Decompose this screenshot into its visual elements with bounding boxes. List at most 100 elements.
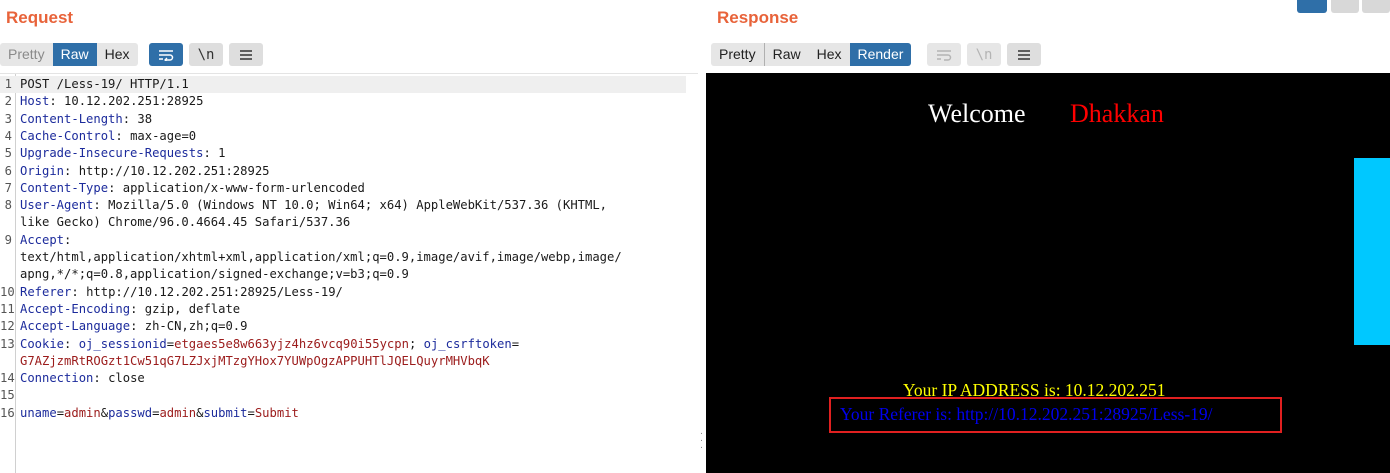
param-value: admin	[159, 405, 197, 420]
response-newline-icon[interactable]: \n	[967, 43, 1001, 66]
header-value: 10.12.202.251:28925	[64, 94, 204, 109]
layout-horizontal-button[interactable]	[1331, 0, 1359, 13]
header-value: close	[108, 371, 145, 386]
request-tab-hex[interactable]: Hex	[96, 43, 138, 66]
scrollbar-thumb[interactable]	[1354, 158, 1390, 345]
line-number: 12	[0, 319, 15, 334]
code-line: 12 Accept-Language: zh-CN,zh;q=0.9	[0, 318, 686, 335]
response-tab-hex[interactable]: Hex	[808, 43, 850, 66]
code-text: text/html,application/xhtml+xml,applicat…	[20, 249, 622, 266]
request-view-tabs: Pretty Raw Hex	[0, 43, 138, 66]
wrap-lines-icon[interactable]	[149, 43, 183, 66]
code-line: 14 Connection: close	[0, 370, 686, 387]
header-value: gzip, deflate	[144, 301, 241, 316]
response-tab-raw[interactable]: Raw	[764, 43, 809, 66]
line-number: 8	[4, 198, 12, 213]
header-name: Content-Type	[20, 180, 109, 195]
header-value: zh-CN,zh;q=0.9	[144, 319, 248, 334]
code-text: G7AZjzmRtROGzt1Cw51qG7LZJxjMTzgYHox7YUWp…	[20, 353, 490, 370]
header-value: POST /Less-19/ HTTP/1.1	[20, 77, 189, 91]
line-number: 11	[0, 301, 15, 316]
line-number: 1	[4, 77, 12, 91]
response-title: Response	[717, 8, 799, 27]
code-text: Cache-Control: max-age=0	[20, 128, 196, 145]
code-line: 6 Origin: http://10.12.202.251:28925	[0, 163, 686, 180]
code-text: POST /Less-19/ HTTP/1.1	[20, 76, 189, 93]
header-value: http://10.12.202.251:28925	[78, 163, 270, 178]
request-tab-pretty[interactable]: Pretty	[0, 43, 53, 66]
line-number: 13	[0, 336, 15, 351]
user-name-text: Dhakkan	[1070, 99, 1164, 128]
welcome-text: Welcome	[928, 99, 1026, 128]
code-line: 5 Upgrade-Insecure-Requests: 1	[0, 145, 686, 162]
code-line: 1 POST /Less-19/ HTTP/1.1	[0, 76, 686, 93]
header-name: User-Agent	[20, 198, 94, 213]
code-line: like Gecko) Chrome/96.0.4664.45 Safari/5…	[0, 214, 686, 231]
header-separator: :	[64, 163, 79, 178]
header-value: application/x-www-form-urlencoded	[122, 180, 365, 195]
code-line: 16 uname=admin&passwd=admin&submit=Submit	[0, 405, 686, 422]
line-number: 2	[4, 94, 12, 109]
header-name: Accept-Encoding	[20, 301, 131, 316]
line-number: 10	[0, 284, 15, 299]
response-tab-pretty[interactable]: Pretty	[711, 43, 765, 66]
header-name: Upgrade-Insecure-Requests	[20, 146, 204, 161]
code-line: apng,*/*;q=0.8,application/signed-exchan…	[0, 266, 686, 283]
response-wrap-lines-icon[interactable]	[927, 43, 961, 66]
code-line: text/html,application/xhtml+xml,applicat…	[0, 249, 686, 266]
cookie-name: oj_sessionid	[78, 336, 167, 351]
layout-vertical-button[interactable]	[1362, 0, 1390, 13]
cookie-value: G7AZjzmRtROGzt1Cw51qG7LZJxjMTzgYHox7YUWp…	[20, 353, 490, 368]
newline-icon[interactable]: \n	[189, 43, 223, 66]
code-line: 11 Accept-Encoding: gzip, deflate	[0, 301, 686, 318]
code-text: User-Agent: Mozilla/5.0 (Windows NT 10.0…	[20, 197, 607, 214]
header-name: Host	[20, 94, 50, 109]
code-text: Content-Type: application/x-www-form-url…	[20, 180, 365, 197]
header-separator: :	[203, 146, 219, 161]
header-value: like Gecko) Chrome/96.0.4664.45 Safari/5…	[20, 215, 351, 230]
header-value: apng,*/*;q=0.8,application/signed-exchan…	[20, 267, 409, 282]
code-text: Content-Length: 38	[20, 111, 152, 128]
header-name: Cache-Control	[20, 128, 116, 143]
code-line: 10 Referer: http://10.12.202.251:28925/Le…	[0, 284, 686, 301]
response-menu-icon[interactable]	[1007, 43, 1041, 66]
param-value: Submit	[254, 405, 299, 420]
header-value: http://10.12.202.251:28925/Less-19/	[86, 284, 343, 299]
header-name: Referer	[20, 284, 72, 299]
layout-split-button[interactable]	[1297, 0, 1327, 13]
code-line: 3 Content-Length: 38	[0, 111, 686, 128]
code-text: Accept:	[20, 232, 71, 249]
header-separator: :	[64, 232, 72, 247]
header-separator: :	[49, 94, 65, 109]
header-value: 1	[218, 146, 226, 161]
cookie-name: oj_csrftoken	[423, 336, 512, 351]
param-value: admin	[64, 405, 101, 420]
line-number: 5	[4, 146, 12, 161]
header-separator: :	[130, 319, 145, 334]
code-line: 9 Accept:	[0, 232, 686, 249]
request-editor[interactable]: 1 POST /Less-19/ HTTP/1.1 2 Host: 10.12.202…	[0, 73, 698, 473]
line-number: 16	[0, 405, 15, 420]
code-line: G7AZjzmRtROGzt1Cw51qG7LZJxjMTzgYHox7YUWp…	[0, 353, 686, 370]
header-name: Origin	[20, 163, 65, 178]
code-text: Upgrade-Insecure-Requests: 1	[20, 145, 225, 162]
header-separator: :	[93, 198, 109, 213]
request-tab-raw[interactable]: Raw	[52, 43, 97, 66]
line-number: 14	[0, 371, 15, 386]
header-separator: :	[122, 111, 138, 126]
pane-splitter-handle[interactable]: · · ·	[699, 429, 704, 453]
code-line: 7 Content-Type: application/x-www-form-ur…	[0, 180, 686, 197]
header-name: Cookie	[20, 336, 65, 351]
code-text: Host: 10.12.202.251:28925	[20, 93, 203, 110]
header-separator: :	[130, 301, 145, 316]
line-number: 7	[4, 180, 12, 195]
code-text: apng,*/*;q=0.8,application/signed-exchan…	[20, 266, 409, 283]
line-number: 6	[4, 163, 12, 178]
response-tab-render[interactable]: Render	[849, 43, 912, 66]
line-number: 3	[4, 111, 12, 126]
code-line: 4 Cache-Control: max-age=0	[0, 128, 686, 145]
menu-icon[interactable]	[229, 43, 263, 66]
code-text: Connection: close	[20, 371, 145, 386]
param-name: passwd	[108, 405, 153, 420]
response-render-view: Welcome Dhakkan Your IP ADDRESS is: 10.1…	[706, 73, 1390, 473]
